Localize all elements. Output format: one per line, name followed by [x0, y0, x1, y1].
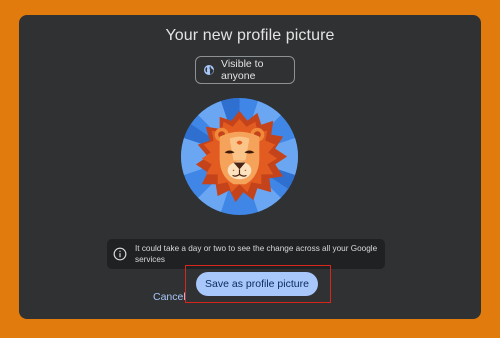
lion-avatar-image: [180, 97, 299, 216]
cancel-button[interactable]: Cancel: [153, 291, 186, 303]
info-text: It could take a day or two to see the ch…: [135, 244, 378, 264]
save-profile-picture-button[interactable]: Save as profile picture: [196, 272, 318, 296]
visibility-chip[interactable]: Visible to anyone: [195, 56, 295, 84]
globe-icon: [203, 64, 215, 76]
visibility-label: Visible to anyone: [221, 58, 264, 82]
info-icon: [113, 247, 127, 261]
dialog-title: Your new profile picture: [165, 27, 335, 44]
avatar: [180, 97, 299, 216]
